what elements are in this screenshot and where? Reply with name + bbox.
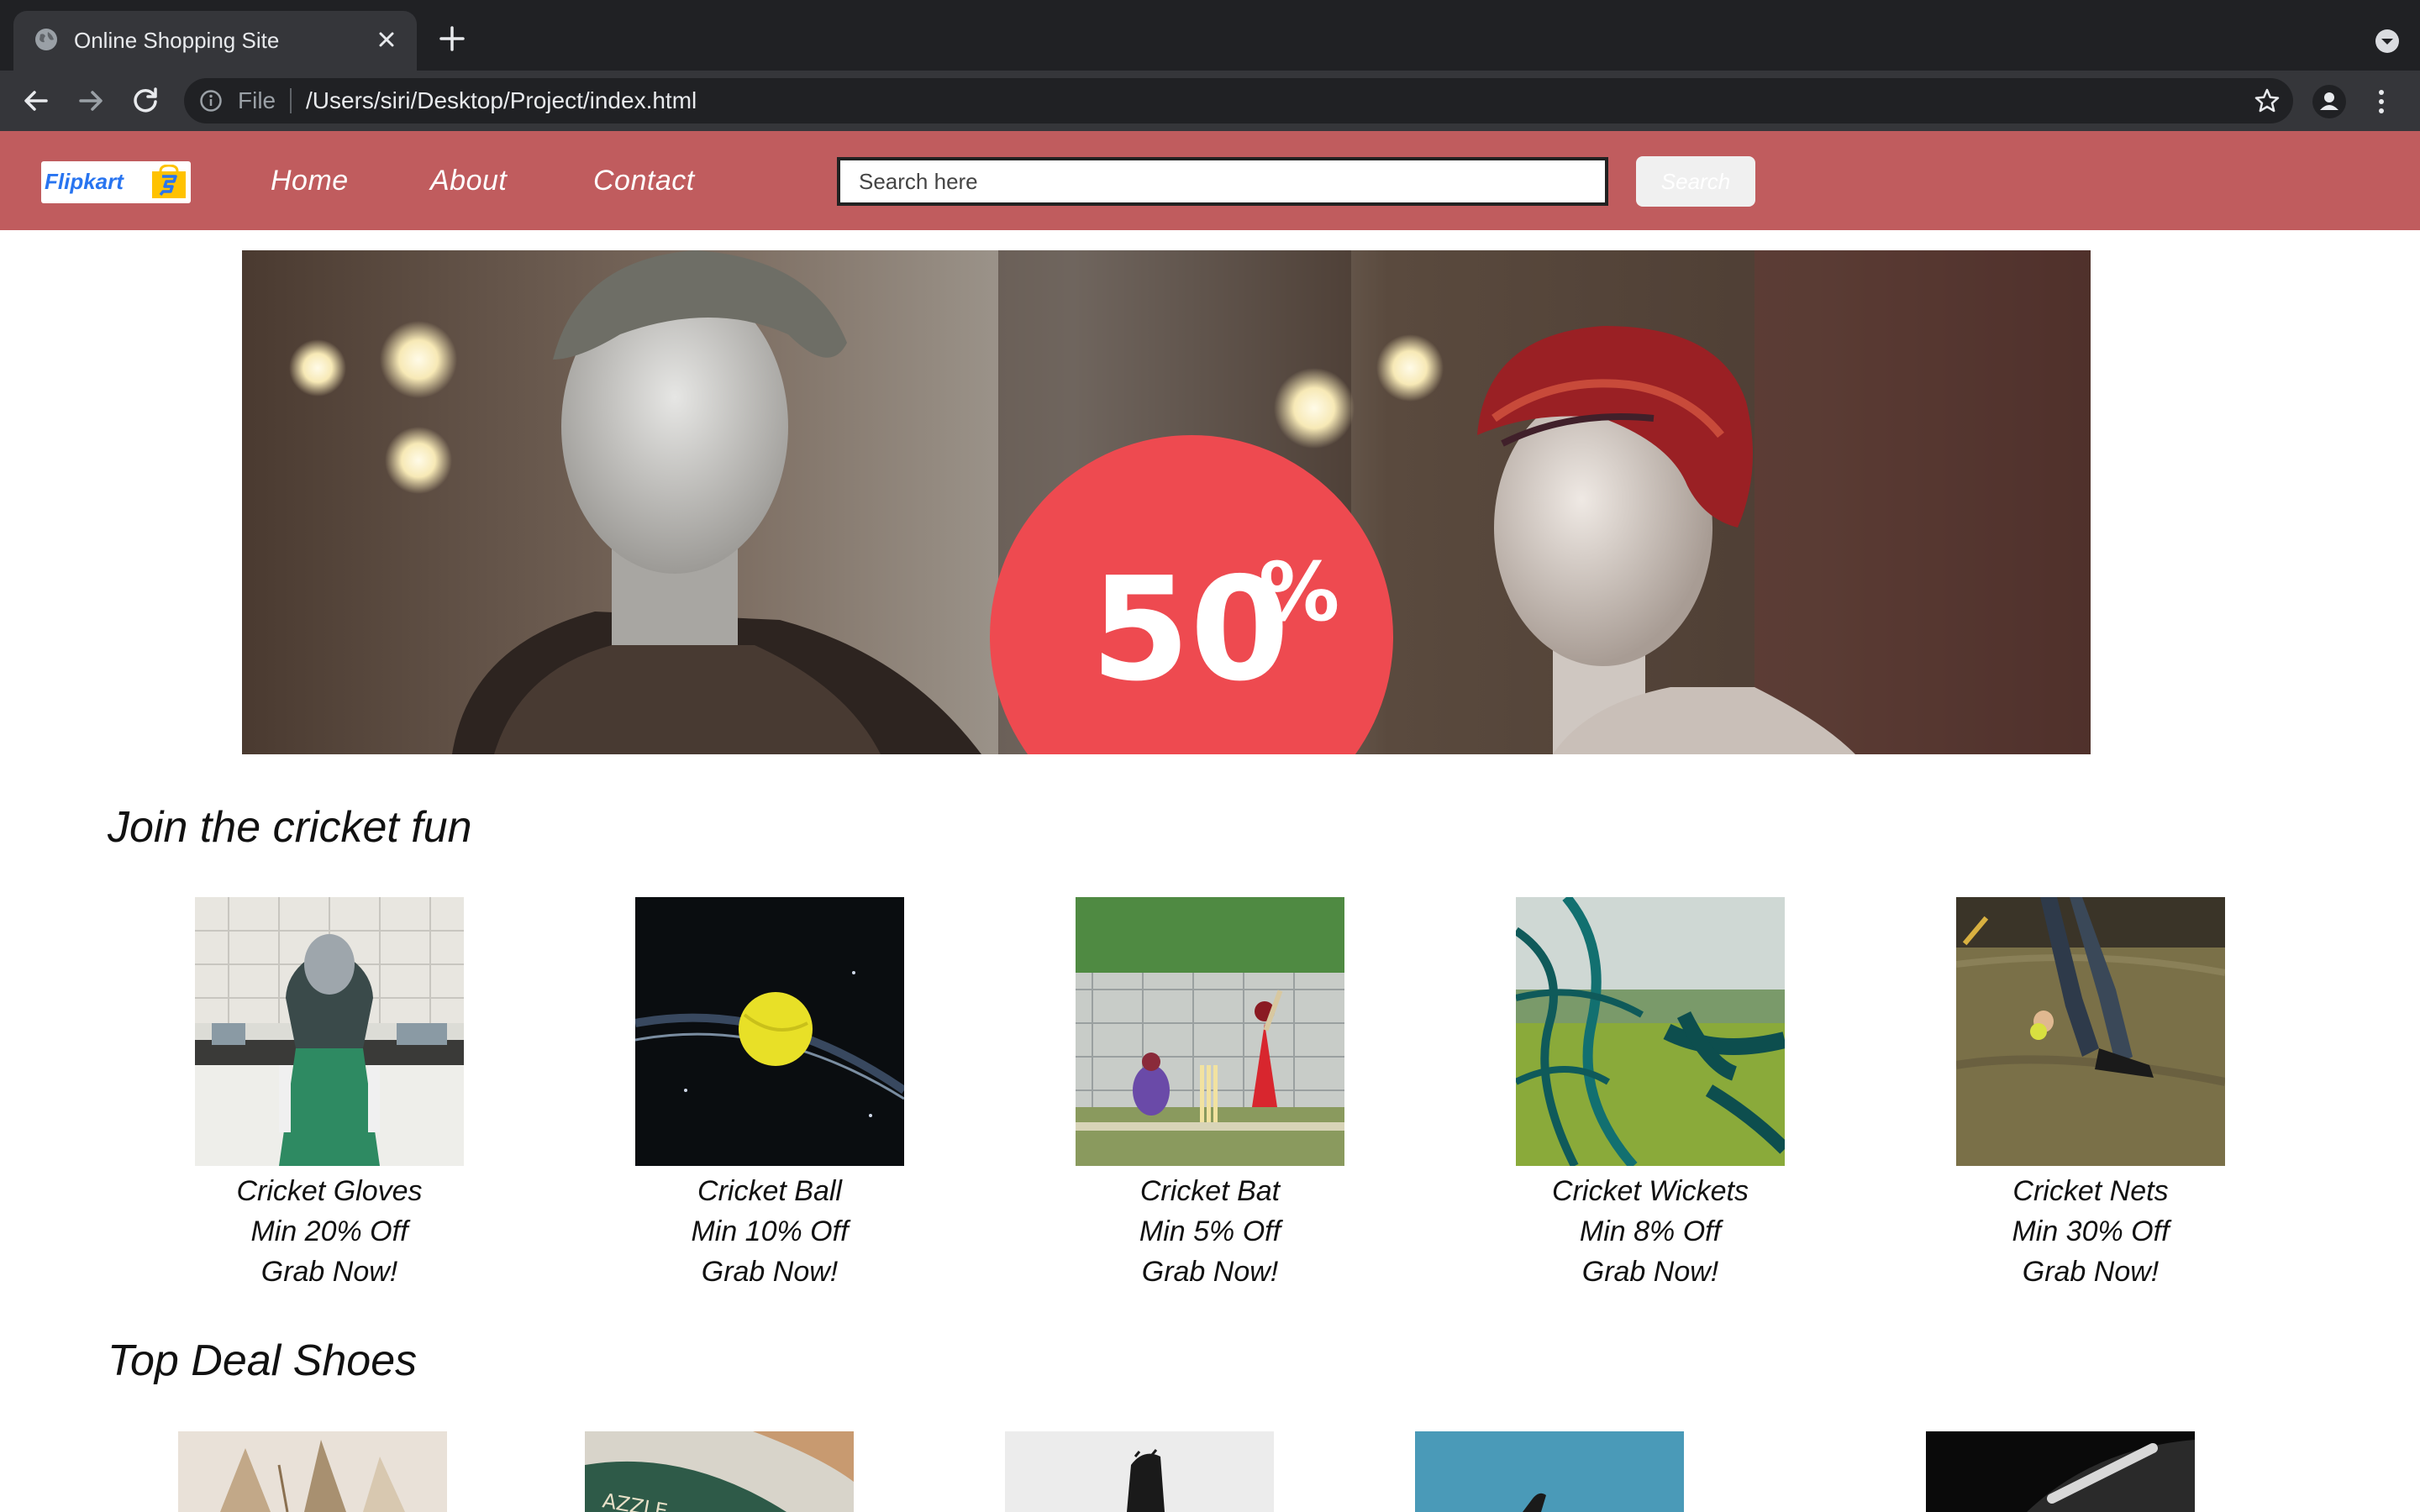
product-image-cricket-ball[interactable] xyxy=(635,897,904,1166)
shoe-image-5 xyxy=(1926,1431,2195,1512)
product-image-cricket-bat[interactable] xyxy=(1076,897,1344,1166)
hero-banner[interactable]: 50 % xyxy=(242,250,2091,754)
product-cta[interactable]: Grab Now! xyxy=(1516,1252,1785,1292)
nav-home-link[interactable]: Home xyxy=(271,165,349,197)
more-menu-icon[interactable] xyxy=(2368,83,2395,120)
section-title-shoes: Top Deal Shoes xyxy=(108,1336,418,1385)
product-card[interactable]: Cricket Gloves Min 20% Off Grab Now! xyxy=(195,897,464,1292)
product-offer: Min 10% Off xyxy=(691,1215,849,1247)
section-title-cricket: Join the cricket fun xyxy=(108,803,472,852)
browser-tab-strip: Online Shopping Site xyxy=(0,0,2420,71)
search-input[interactable] xyxy=(837,157,1608,206)
hero-banner-image: 50 % xyxy=(242,250,2091,754)
product-name: Cricket Nets xyxy=(2012,1175,2169,1207)
new-tab-plus-icon[interactable] xyxy=(438,24,466,53)
bookmark-star-icon[interactable] xyxy=(2253,87,2281,115)
flipkart-logo[interactable]: Flipkart xyxy=(41,161,191,203)
logo-text: Flipkart xyxy=(45,169,124,194)
product-cta[interactable]: Grab Now! xyxy=(635,1252,904,1292)
shoe-product-image[interactable]: AZZLE xyxy=(585,1431,854,1512)
nav-contact-link[interactable]: Contact xyxy=(593,165,695,197)
tab-search-dropdown-icon[interactable] xyxy=(2375,29,2400,54)
shoe-product-image[interactable] xyxy=(1926,1431,2195,1512)
close-icon[interactable] xyxy=(371,24,402,55)
hero-badge-percent: % xyxy=(1259,545,1339,639)
nav-about-link[interactable]: About xyxy=(430,165,507,197)
product-card[interactable]: Cricket Ball Min 10% Off Grab Now! xyxy=(635,897,904,1292)
shoe-image-4 xyxy=(1415,1431,1684,1512)
shoe-image-3 xyxy=(1005,1431,1274,1512)
product-offer: Min 8% Off xyxy=(1579,1215,1722,1247)
product-image-cricket-wickets[interactable] xyxy=(1516,897,1785,1166)
browser-tab[interactable]: Online Shopping Site xyxy=(13,11,417,71)
product-cta[interactable]: Grab Now! xyxy=(1076,1252,1344,1292)
globe-icon xyxy=(35,29,57,50)
site-header: Flipkart Home About Contact Search xyxy=(0,131,2420,230)
shoe-product-image[interactable] xyxy=(1005,1431,1274,1512)
forward-arrow-icon[interactable] xyxy=(73,83,108,118)
url-text[interactable]: /Users/siri/Desktop/Project/index.html xyxy=(306,87,697,114)
shoe-image-2: AZZLE xyxy=(585,1431,854,1512)
product-image-cricket-nets[interactable] xyxy=(1956,897,2225,1166)
product-card[interactable]: Cricket Wickets Min 8% Off Grab Now! xyxy=(1516,897,1785,1292)
browser-toolbar: File /Users/siri/Desktop/Project/index.h… xyxy=(0,71,2420,131)
product-card[interactable]: Cricket Bat Min 5% Off Grab Now! xyxy=(1076,897,1344,1292)
product-name: Cricket Gloves xyxy=(236,1175,423,1207)
search-button[interactable]: Search xyxy=(1636,156,1755,207)
product-offer: Min 5% Off xyxy=(1139,1215,1281,1247)
url-scheme-label: File xyxy=(238,87,276,113)
shopping-bag-icon xyxy=(152,165,186,198)
product-name: Cricket Ball xyxy=(697,1175,842,1207)
product-image-cricket-gloves[interactable] xyxy=(195,897,464,1166)
product-cta[interactable]: Grab Now! xyxy=(195,1252,464,1292)
url-separator xyxy=(290,88,292,113)
product-card[interactable]: Cricket Nets Min 30% Off Grab Now! xyxy=(1956,897,2225,1292)
product-cta[interactable]: Grab Now! xyxy=(1956,1252,2225,1292)
back-arrow-icon[interactable] xyxy=(18,83,54,118)
address-bar[interactable]: File /Users/siri/Desktop/Project/index.h… xyxy=(184,78,2293,123)
product-name: Cricket Wickets xyxy=(1552,1175,1749,1207)
product-offer: Min 20% Off xyxy=(250,1215,408,1247)
product-offer: Min 30% Off xyxy=(2012,1215,2170,1247)
profile-avatar-icon[interactable] xyxy=(2311,83,2348,120)
info-icon[interactable] xyxy=(199,89,223,113)
product-name: Cricket Bat xyxy=(1139,1175,1281,1207)
reload-icon[interactable] xyxy=(128,83,163,118)
shoe-image-1 xyxy=(178,1431,447,1512)
shoe-product-image[interactable] xyxy=(178,1431,447,1512)
tab-title: Online Shopping Site xyxy=(74,28,280,53)
shoe-product-image[interactable] xyxy=(1415,1431,1684,1512)
